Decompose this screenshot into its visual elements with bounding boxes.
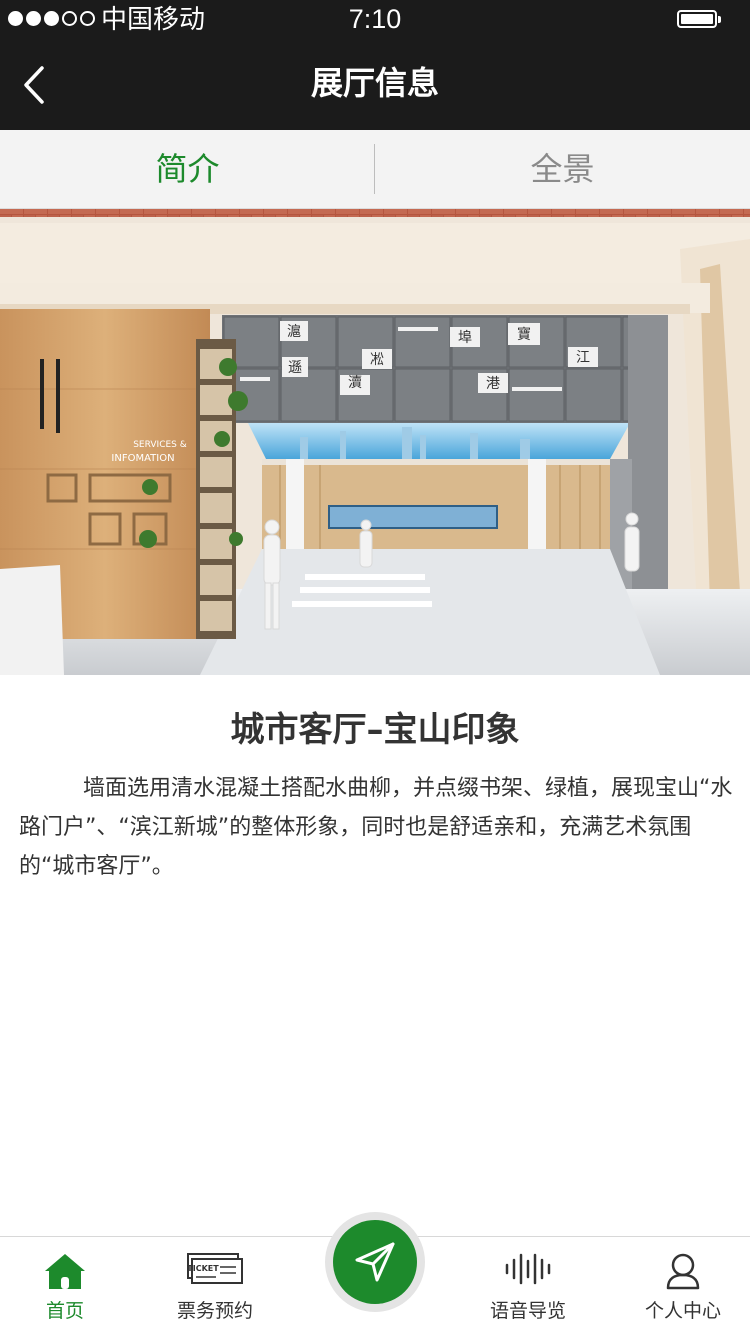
tabbar-item-audio-guide[interactable]: 语音导览 [453, 1237, 603, 1334]
status-time: 7:10 [348, 4, 402, 34]
home-icon [45, 1254, 85, 1289]
wall-character: 港 [486, 376, 500, 392]
navigate-button[interactable] [325, 1212, 425, 1312]
tabbar-label: 票务预约 [176, 1300, 253, 1322]
sign-line-2: INFOMATION [111, 453, 174, 464]
wall-character: 埠 [458, 329, 472, 346]
wall-character: 寶 [517, 327, 531, 343]
article-title: 城市客厅–宝山印象 [230, 710, 520, 750]
page-title: 展厅信息 [310, 64, 439, 102]
tab-divider [374, 144, 375, 194]
audio-wave-icon [505, 1253, 551, 1285]
navigation-arrow-icon [355, 1242, 395, 1282]
ticket-icon: TICKET [187, 1253, 243, 1284]
sign-line-1: SERVICES & [133, 440, 187, 450]
wall-character: 滬 [287, 323, 301, 340]
wall-character: 江 [576, 350, 590, 366]
tabbar-item-tickets[interactable]: TICKET 票务预约 [140, 1237, 290, 1334]
navigation-bar: 展厅信息 [0, 40, 750, 130]
segment-tabs: 简介 全景 [0, 130, 750, 209]
hall-image: 滬 瀆 遜 凇 埠 寶 江 港 SERVICES & INFOMATION [0, 209, 750, 675]
tab-intro[interactable]: 简介 [0, 130, 375, 208]
status-bar: 中国移动 7:10 [0, 0, 750, 40]
hall-illustration: 滬 瀆 遜 凇 埠 寶 江 港 SERVICES & INFOMATION [0, 209, 750, 675]
tabbar-item-home[interactable]: 首页 [0, 1237, 140, 1334]
tabbar-label: 首页 [45, 1300, 84, 1322]
battery-icon [677, 10, 721, 28]
navigate-button-inner [333, 1220, 417, 1304]
tabbar-item-profile[interactable]: 个人中心 [608, 1237, 750, 1334]
ticket-icon-text: TICKET [187, 1264, 219, 1273]
user-icon [666, 1253, 700, 1290]
tabbar-label: 个人中心 [644, 1300, 721, 1322]
tabbar-label: 语音导览 [489, 1300, 566, 1322]
wall-character: 瀆 [348, 375, 362, 391]
tab-panorama[interactable]: 全景 [375, 130, 750, 208]
wall-character: 凇 [370, 352, 384, 368]
wall-character: 遜 [288, 360, 302, 376]
article-body: 墙面选用清水混凝土搭配水曲柳，并点缀书架、绿植，展现宝山“水路门户”、“滨江新城… [19, 776, 733, 879]
